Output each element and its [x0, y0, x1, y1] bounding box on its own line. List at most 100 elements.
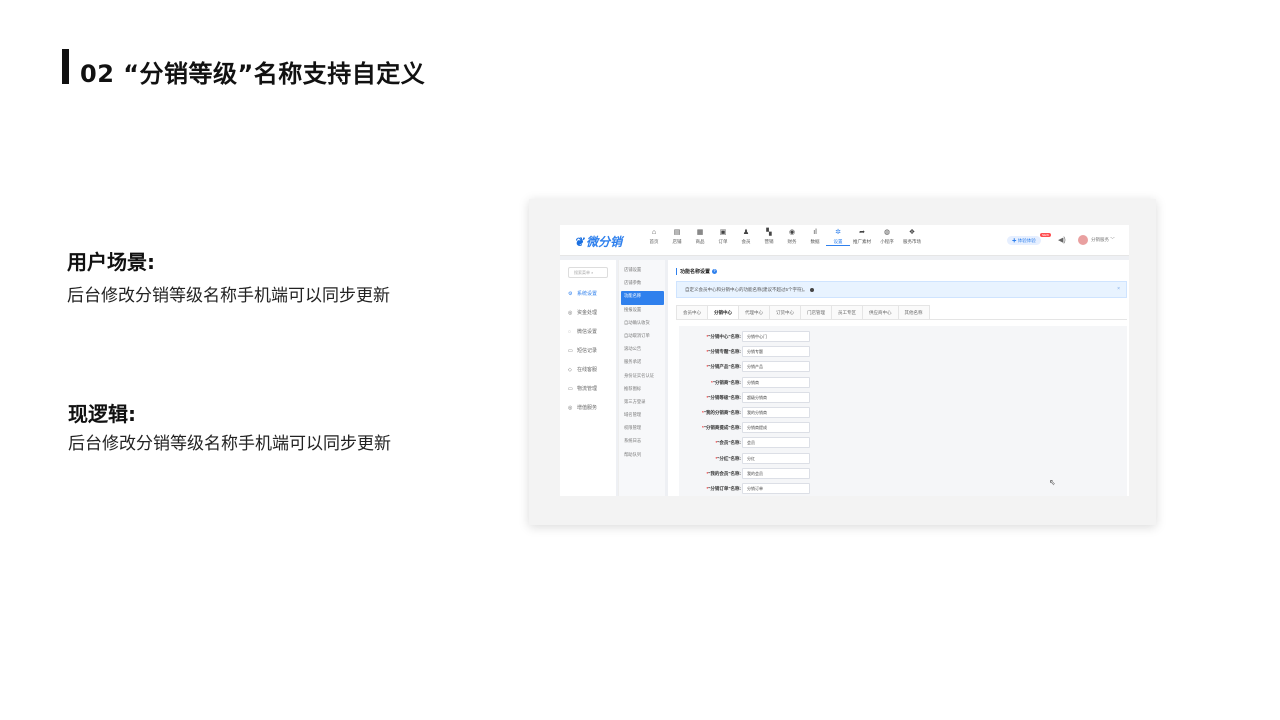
subnav-item[interactable]: 第三方登录 — [619, 397, 666, 410]
nav-item-label: 设置 — [833, 239, 843, 244]
subnav-item[interactable]: 店铺参数 — [619, 278, 666, 291]
nav-item-data[interactable]: ıl 数据 — [803, 228, 827, 246]
nav-item-label: 店铺 — [672, 239, 682, 244]
logistics-icon: ▭ — [568, 386, 573, 392]
form-row: *"会员"名称: 会员 — [679, 437, 1127, 449]
form-label-text: "分销等级"名称: — [708, 394, 741, 400]
sidebar-item-label: 系统设置 — [577, 291, 598, 297]
name-input[interactable]: 分销产品 — [742, 361, 810, 373]
nav-item-settings[interactable]: ✲ 设置 — [826, 228, 850, 246]
online-icon: ◇ — [568, 367, 572, 373]
system-icon: ⚙ — [568, 291, 573, 297]
subnav-item[interactable]: 功能名称 — [621, 291, 664, 305]
name-input[interactable]: 分销订单 — [742, 483, 810, 494]
form-label: *"分销中心"名称: — [706, 334, 741, 340]
name-input[interactable]: 分销商 — [742, 376, 810, 388]
nav-item-market[interactable]: ❖ 服务市场 — [899, 228, 925, 246]
name-input[interactable]: 超级分销商 — [742, 391, 810, 403]
nav-item-finance[interactable]: ◉ 财务 — [780, 228, 804, 246]
nav-menu: ⌂ 首页 ▤ 店铺 ▦ 商品 ▣ 订单 ♟ 会员 ▚ 营销 ◉ 财务 ıl 数据 ✲ 设置 ➦ 推广素材 ◍ 小程序 ❖ 服务… — [642, 228, 924, 246]
name-input[interactable]: 我的会员 — [742, 467, 810, 479]
form-row: *"分销商"名称: 分销商 — [679, 376, 1127, 389]
name-input[interactable]: 我的分销商 — [742, 407, 810, 418]
name-settings-form: *"分销中心"名称: 分销中心门 *"分销专题"名称: 分销专题 *"分销产品"名称: 分… — [679, 326, 1127, 496]
screenshot-frame: ❦ 微分销 ⌂ 首页 ▤ 店铺 ▦ 商品 ▣ 订单 ♟ 会员 ▚ 营销 ◉ 财务 ıl 数据 ✲ 设置 ➦ 推广素材 ◍ 小… — [529, 199, 1156, 525]
form-label: *"分销专题"名称: — [706, 349, 741, 355]
name-input[interactable]: 分销商提成 — [742, 422, 810, 434]
form-label: *"分销产品"名称: — [706, 364, 741, 370]
sidebar-search-input[interactable]: 搜索菜单 ⌕ — [568, 267, 608, 278]
subnav-item[interactable]: 域名管理 — [619, 410, 666, 423]
nav-item-miniapp[interactable]: ◍ 小程序 — [874, 228, 900, 246]
slide-title: 02 “分销等级”名称支持自定义 — [80, 60, 426, 88]
subnav-item[interactable]: 权限管理 — [619, 423, 666, 436]
help-icon[interactable]: ? — [712, 269, 718, 275]
avatar[interactable] — [1078, 235, 1088, 245]
logo-text: 微分销 — [586, 235, 623, 249]
form-row: *"我的会员"名称: 我的会员 — [679, 467, 1127, 480]
subnav-item[interactable]: 推荐图标 — [619, 384, 666, 397]
mouse-cursor-icon: ⇖ — [1049, 478, 1056, 487]
close-icon[interactable]: × — [1117, 282, 1120, 297]
secondary-sidebar-list: 店铺设置 店铺参数 功能名称 搜报设置 自动确认收货 自动取消订单 滚动公告 服务承诺 身份证实… — [619, 265, 666, 463]
form-label: *"分红"名称: — [715, 456, 741, 462]
finance-icon: ◉ — [788, 229, 796, 236]
user-menu[interactable]: 分销服务 ﹀ — [1091, 237, 1115, 243]
tab-item[interactable]: 员工专区 — [831, 305, 863, 319]
sidebar-item-logistics[interactable]: ▭ 物流管理 — [568, 385, 597, 404]
subnav-item[interactable]: 帮助队列 — [619, 450, 666, 463]
trial-button[interactable]: ✚ 体验体验 — [1007, 236, 1041, 245]
subnav-item[interactable]: 自动取消订单 — [619, 331, 666, 344]
nav-item-promo[interactable]: ➦ 推广素材 — [849, 228, 875, 246]
form-label: *"我的会员"名称: — [706, 471, 741, 477]
form-label-text: "分销产品"名称: — [708, 364, 741, 370]
name-input[interactable]: 分红 — [742, 452, 810, 464]
subnav-item[interactable]: 身份证实名认证 — [619, 371, 666, 384]
tab-item[interactable]: 会员中心 — [676, 305, 708, 319]
subnav-item[interactable]: 滚动公告 — [619, 344, 666, 357]
form-label-text: "分销商提成"名称: — [703, 425, 741, 431]
nav-item-store[interactable]: ▤ 店铺 — [665, 228, 689, 246]
sidebar-item-sms[interactable]: ▭ 短信记录 — [568, 347, 597, 366]
tab-item[interactable]: 代理中心 — [738, 305, 770, 319]
subnav-item[interactable]: 店铺设置 — [619, 265, 666, 278]
form-label-text: "分销专题"名称: — [708, 349, 741, 355]
tab-item[interactable]: 分销中心 — [707, 305, 739, 319]
sms-icon: ▭ — [568, 348, 573, 354]
sidebar-item-value-added[interactable]: ◎ 增值服务 — [568, 404, 597, 423]
scenario-text: 后台修改分销等级名称手机端可以同步更新 — [67, 286, 390, 306]
name-input[interactable]: 分销专题 — [742, 346, 810, 358]
form-label-text: "会员"名称: — [717, 440, 741, 446]
app-logo[interactable]: ❦ 微分销 — [574, 233, 622, 250]
tab-item[interactable]: 其他名称 — [897, 305, 930, 319]
nav-item-label: 商品 — [695, 239, 705, 244]
form-label-text: "分销商"名称: — [712, 379, 741, 385]
subnav-item[interactable]: 系统日志 — [619, 436, 666, 449]
nav-item-label: 会员 — [741, 239, 751, 244]
subnav-item[interactable]: 搜报设置 — [619, 305, 666, 318]
name-input[interactable]: 分销中心门 — [742, 331, 810, 342]
tab-item[interactable]: 供应商中心 — [862, 305, 899, 319]
nav-item-home[interactable]: ⌂ 首页 — [642, 228, 666, 246]
sidebar-item-wechat[interactable]: ◌ 微信设置 — [568, 328, 597, 347]
nav-item-label: 数据 — [810, 239, 820, 244]
nav-item-order[interactable]: ▣ 订单 — [711, 228, 735, 246]
subnav-item[interactable]: 自动确认收货 — [619, 318, 666, 331]
primary-sidebar: 搜索菜单 ⌕ ⚙ 系统设置 ◎ 资金处理 ◌ 微信设置 ▭ 短信记录 ◇ 在线客服 ▭ 物流管理 ◎ 增值… — [560, 260, 616, 496]
name-input[interactable]: 会员 — [742, 437, 810, 449]
form-label-text: "分红"名称: — [717, 455, 741, 461]
subnav-item[interactable]: 服务承诺 — [619, 357, 666, 370]
title-accent-bar — [62, 49, 69, 84]
sidebar-item-label: 短信记录 — [577, 348, 598, 354]
speaker-icon[interactable]: ◀) — [1058, 236, 1066, 244]
nav-item-member[interactable]: ♟ 会员 — [734, 228, 758, 246]
nav-item-goods[interactable]: ▦ 商品 — [688, 228, 712, 246]
nav-item-marketing[interactable]: ▚ 营销 — [757, 228, 781, 246]
tab-item[interactable]: 订货中心 — [769, 305, 801, 319]
secondary-sidebar: 店铺设置 店铺参数 功能名称 搜报设置 自动确认收货 自动取消订单 滚动公告 服务承诺 身份证实… — [618, 260, 665, 496]
sidebar-item-system[interactable]: ⚙ 系统设置 — [568, 290, 597, 309]
tab-item[interactable]: 门店管理 — [800, 305, 832, 319]
sidebar-item-online[interactable]: ◇ 在线客服 — [568, 366, 597, 385]
form-row: *"分销订单"名称: 分销订单 — [679, 483, 1127, 495]
sidebar-item-fund[interactable]: ◎ 资金处理 — [568, 309, 597, 328]
